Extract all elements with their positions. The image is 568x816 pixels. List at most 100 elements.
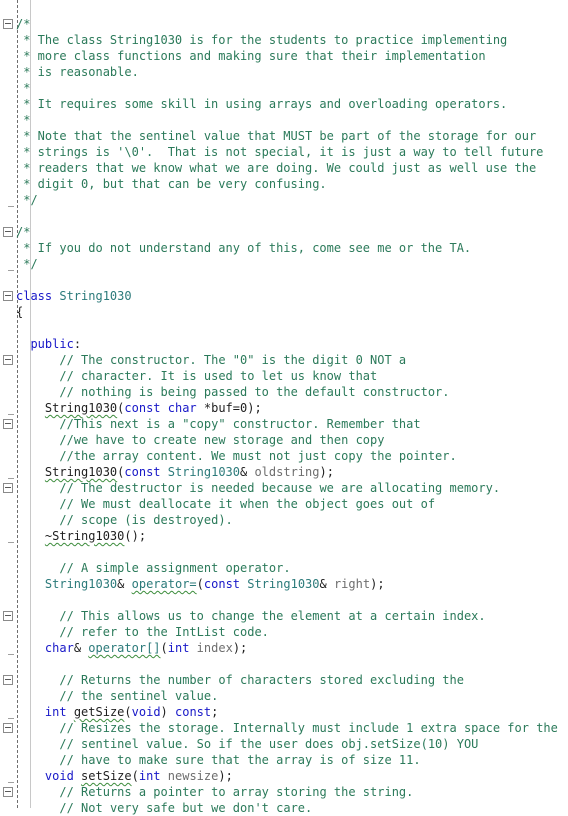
code-line[interactable]: // Returns a pointer to array storing th… <box>0 784 568 800</box>
paren-close: ); <box>218 769 233 783</box>
comment-line: * The class String1030 is for the studen… <box>23 33 508 47</box>
fold-end-marker <box>8 782 14 783</box>
constructor-name: String1030 <box>44 401 118 415</box>
code-line[interactable] <box>0 320 568 336</box>
code-line[interactable]: * digit 0, but that can be very confusin… <box>0 176 568 192</box>
paren: ( <box>196 577 204 591</box>
code-text: // Returns the number of characters stor… <box>59 672 464 688</box>
code-text: // the sentinel value. <box>59 688 218 704</box>
code-line[interactable]: //the array content. We must not just co… <box>0 448 568 464</box>
code-line[interactable]: // The destructor is needed because we a… <box>0 480 568 496</box>
code-line[interactable] <box>0 272 568 288</box>
code-line[interactable]: * If you do not understand any of this, … <box>0 240 568 256</box>
open-brace: { <box>16 305 24 319</box>
code-line[interactable]: // refer to the IntList code. <box>0 624 568 640</box>
collapse-toggle-icon[interactable] <box>3 19 13 29</box>
code-text: // Not very safe but we don't care. <box>59 800 312 816</box>
paren: ( <box>160 641 168 655</box>
code-text: // Resizes the storage. Internally must … <box>59 720 558 736</box>
code-text: public: <box>30 336 81 352</box>
collapse-toggle-icon[interactable] <box>3 291 13 301</box>
fold-end-marker <box>8 542 14 543</box>
code-line[interactable]: * Note that the sentinel value that MUST… <box>0 128 568 144</box>
code-line[interactable]: ~String1030(); <box>0 528 568 544</box>
code-line[interactable]: // the sentinel value. <box>0 688 568 704</box>
code-text: // A simple assignment operator. <box>59 560 290 576</box>
code-line[interactable]: * is reasonable. <box>0 64 568 80</box>
code-line[interactable]: // Resizes the storage. Internally must … <box>0 720 568 736</box>
code-line[interactable]: // nothing is being passed to the defaul… <box>0 384 568 400</box>
semicolon: ; <box>211 705 219 719</box>
code-text: { <box>16 304 23 320</box>
member-comment: // A simple assignment operator. <box>59 561 291 575</box>
code-text: * If you do not understand any of this, … <box>23 240 471 256</box>
collapse-toggle-icon[interactable] <box>3 483 13 493</box>
comment-line: * more class functions and making sure t… <box>23 49 486 63</box>
code-line[interactable]: * <box>0 80 568 96</box>
keyword-const: const <box>175 705 212 719</box>
return-type: String1030 <box>44 577 118 591</box>
collapse-toggle-icon[interactable] <box>3 723 13 733</box>
code-line[interactable] <box>0 208 568 224</box>
code-line[interactable]: void setSize(int newsize); <box>0 768 568 784</box>
code-line[interactable]: // This allows us to change the element … <box>0 608 568 624</box>
code-line[interactable]: // The constructor. The "0" is the digit… <box>0 352 568 368</box>
code-line[interactable]: // Not very safe but we don't care. <box>0 800 568 816</box>
code-line[interactable]: * more class functions and making sure t… <box>0 48 568 64</box>
code-line[interactable]: // We must deallocate it when the object… <box>0 496 568 512</box>
code-line[interactable]: public: <box>0 336 568 352</box>
code-text: * <box>23 112 30 128</box>
code-line[interactable]: { <box>0 304 568 320</box>
collapse-toggle-icon[interactable] <box>3 675 13 685</box>
collapse-toggle-icon[interactable] <box>3 787 13 797</box>
code-line[interactable]: String1030(const char *buf=0); <box>0 400 568 416</box>
collapse-toggle-icon[interactable] <box>3 355 13 365</box>
code-line[interactable]: * strings is '\0'. That is not special, … <box>0 144 568 160</box>
code-line[interactable] <box>0 656 568 672</box>
code-text: //we have to create new storage and then… <box>59 432 384 448</box>
code-line[interactable]: * It requires some skill in using arrays… <box>0 96 568 112</box>
code-text: * It requires some skill in using arrays… <box>23 96 507 112</box>
collapse-toggle-icon[interactable] <box>3 611 13 621</box>
keyword-const: const <box>124 401 161 415</box>
code-line[interactable]: char& operator[](int index); <box>0 640 568 656</box>
code-line[interactable]: // A simple assignment operator. <box>0 560 568 576</box>
code-line[interactable]: // scope (is destroyed). <box>0 512 568 528</box>
code-line[interactable]: int getSize(void) const; <box>0 704 568 720</box>
ampersand: & <box>73 641 82 655</box>
code-text: * is reasonable. <box>23 64 139 80</box>
code-line[interactable]: */ <box>0 256 568 272</box>
collapse-toggle-icon[interactable] <box>3 419 13 429</box>
code-line[interactable]: String1030(const String1030& oldstring); <box>0 464 568 480</box>
code-line[interactable]: * <box>0 112 568 128</box>
code-line[interactable]: //we have to create new storage and then… <box>0 432 568 448</box>
code-line[interactable]: //This next is a "copy" constructor. Rem… <box>0 416 568 432</box>
code-line[interactable]: /* <box>0 16 568 32</box>
assignment-operator-name: operator= <box>131 577 197 591</box>
keyword-void: void <box>131 705 161 719</box>
code-line[interactable]: // character. It is used to let us know … <box>0 368 568 384</box>
collapse-toggle-icon[interactable] <box>3 227 13 237</box>
code-line[interactable]: // have to make sure that the array is o… <box>0 752 568 768</box>
code-line[interactable]: * readers that we know what we are doing… <box>0 160 568 176</box>
code-line[interactable]: class String1030 <box>0 288 568 304</box>
param-list: *buf=0); <box>196 401 262 415</box>
code-line[interactable]: /* <box>0 224 568 240</box>
code-editor[interactable]: /* * The class String1030 is for the stud… <box>0 0 568 815</box>
member-comment: // Returns a pointer to array storing th… <box>59 785 414 799</box>
paren: ( <box>131 769 139 783</box>
setsize-name: setSize <box>81 769 132 783</box>
code-line[interactable] <box>0 0 568 16</box>
code-text: ~String1030(); <box>45 528 146 544</box>
code-line[interactable]: // Returns the number of characters stor… <box>0 672 568 688</box>
code-line[interactable]: * The class String1030 is for the studen… <box>0 32 568 48</box>
code-line[interactable] <box>0 592 568 608</box>
code-line[interactable]: String1030& operator=(const String1030& … <box>0 576 568 592</box>
member-comment: // the sentinel value. <box>59 689 219 703</box>
code-line[interactable] <box>0 544 568 560</box>
fold-end-marker <box>8 478 14 479</box>
param-name: right <box>326 577 371 591</box>
fold-end-marker <box>8 718 14 719</box>
code-line[interactable]: */ <box>0 192 568 208</box>
code-line[interactable]: // sentinel value. So if the user does o… <box>0 736 568 752</box>
